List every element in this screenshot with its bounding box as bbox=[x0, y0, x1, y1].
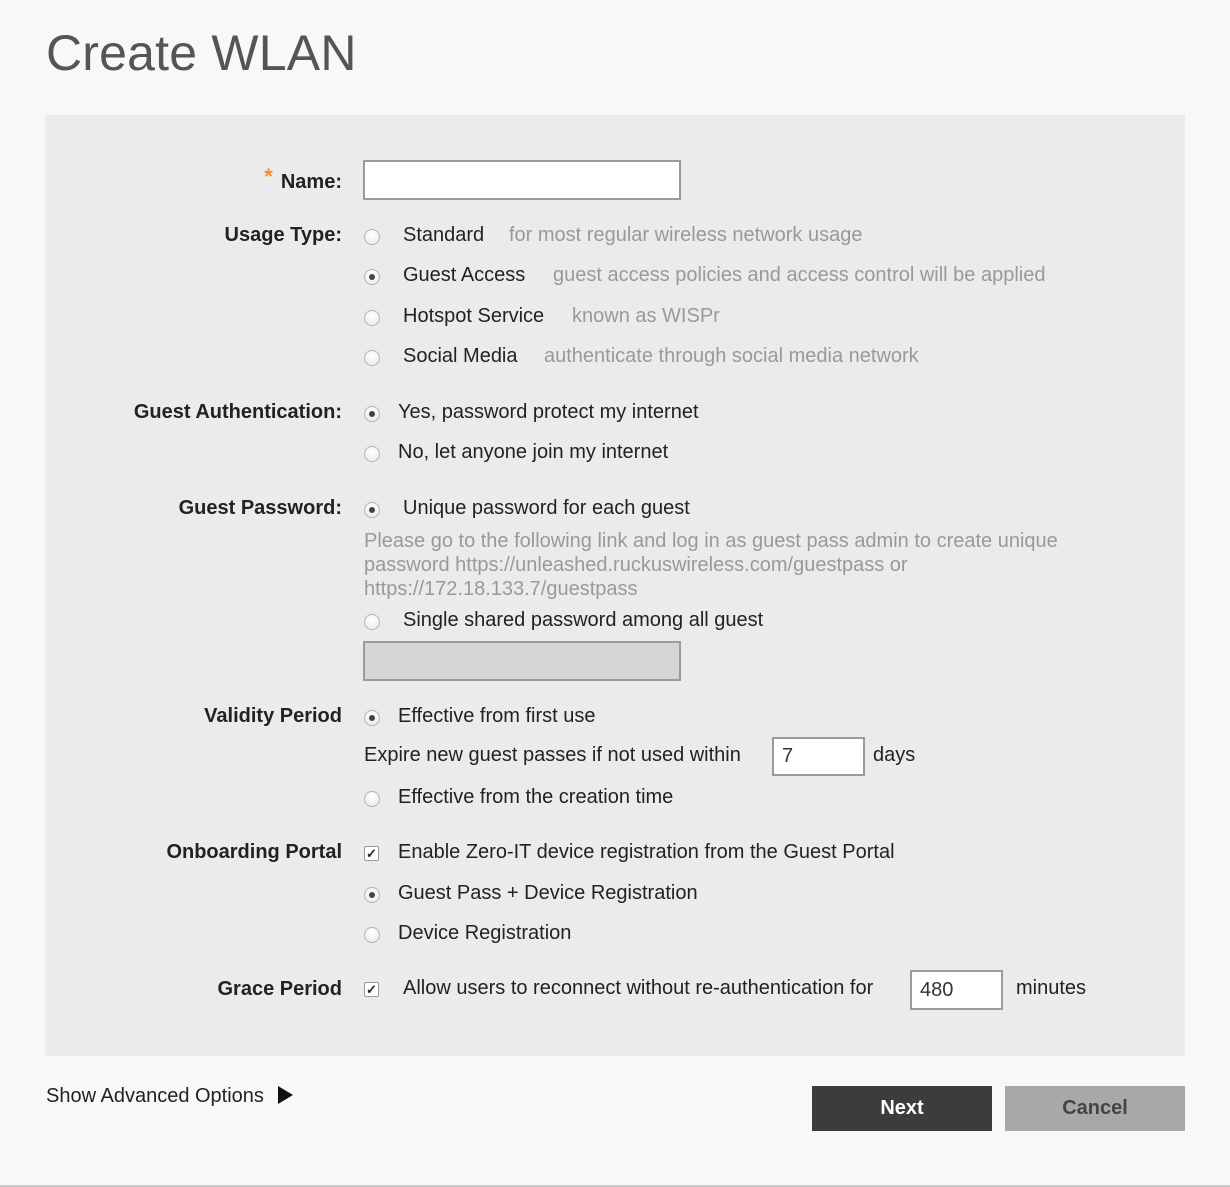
show-advanced-options-toggle[interactable]: Show Advanced Options bbox=[46, 1085, 293, 1108]
usage-hotspot-label: Hotspot Service bbox=[403, 305, 545, 327]
guest-pass-device-label: Guest Pass + Device Registration bbox=[398, 882, 698, 904]
grace-period-checkbox[interactable]: ✓ bbox=[364, 982, 379, 997]
usage-social-media-radio[interactable] bbox=[364, 350, 380, 366]
zero-it-label: Enable Zero-IT device registration from … bbox=[398, 841, 895, 863]
expire-unit-text: days bbox=[873, 744, 916, 766]
usage-guest-access-hint: guest access policies and access control… bbox=[553, 264, 1046, 286]
usage-standard-radio[interactable] bbox=[364, 229, 380, 245]
guest-pass-device-radio[interactable] bbox=[364, 887, 380, 903]
shared-password-input[interactable] bbox=[363, 641, 681, 681]
unique-password-label: Unique password for each guest bbox=[403, 497, 690, 519]
guest-pass-instructions: Please go to the following link and log … bbox=[364, 530, 1058, 600]
page-title: Create WLAN bbox=[46, 25, 357, 81]
grace-period-unit-text: minutes bbox=[1016, 977, 1087, 999]
zero-it-checkbox[interactable]: ✓ bbox=[364, 846, 379, 861]
shared-password-radio[interactable] bbox=[364, 614, 380, 630]
show-advanced-options-label: Show Advanced Options bbox=[46, 1085, 264, 1107]
usage-social-media-hint: authenticate through social media networ… bbox=[544, 345, 919, 367]
usage-standard-label: Standard bbox=[403, 224, 485, 246]
grace-period-prefix-text: Allow users to reconnect without re-auth… bbox=[403, 977, 874, 999]
usage-standard-hint: for most regular wireless network usage bbox=[509, 224, 863, 246]
device-registration-radio[interactable] bbox=[364, 927, 380, 943]
device-registration-label: Device Registration bbox=[398, 922, 572, 944]
guest-auth-yes-radio[interactable] bbox=[364, 406, 380, 422]
usage-guest-access-radio[interactable] bbox=[364, 269, 380, 285]
next-button[interactable]: Next bbox=[812, 1086, 992, 1131]
required-asterisk: * bbox=[264, 164, 273, 189]
shared-password-label: Single shared password among all guest bbox=[403, 609, 764, 631]
guest-auth-no-label: No, let anyone join my internet bbox=[398, 441, 669, 463]
creation-time-label: Effective from the creation time bbox=[398, 786, 674, 808]
usage-hotspot-hint: known as WISPr bbox=[572, 305, 720, 327]
usage-social-media-label: Social Media bbox=[403, 345, 518, 367]
onboarding-portal-label: Onboarding Portal bbox=[166, 841, 342, 863]
guest-password-label: Guest Password: bbox=[178, 497, 342, 519]
name-label: * Name: bbox=[264, 164, 342, 193]
guest-auth-no-radio[interactable] bbox=[364, 446, 380, 462]
first-use-label: Effective from first use bbox=[398, 705, 596, 727]
expire-prefix-text: Expire new guest passes if not used with… bbox=[364, 744, 741, 766]
validity-period-label: Validity Period bbox=[204, 705, 342, 727]
grace-period-label: Grace Period bbox=[217, 978, 342, 1000]
expand-arrow-icon bbox=[277, 1086, 293, 1104]
usage-hotspot-radio[interactable] bbox=[364, 310, 380, 326]
usage-guest-access-label: Guest Access bbox=[403, 264, 526, 286]
guest-auth-yes-label: Yes, password protect my internet bbox=[398, 401, 699, 423]
guest-authentication-label: Guest Authentication: bbox=[133, 401, 342, 423]
first-use-radio[interactable] bbox=[364, 710, 380, 726]
expire-days-input[interactable] bbox=[772, 737, 865, 776]
grace-minutes-input[interactable] bbox=[910, 970, 1003, 1010]
usage-type-label: Usage Type: bbox=[224, 224, 342, 246]
name-input[interactable] bbox=[363, 160, 681, 200]
unique-password-radio[interactable] bbox=[364, 502, 380, 518]
creation-time-radio[interactable] bbox=[364, 791, 380, 807]
cancel-button[interactable]: Cancel bbox=[1005, 1086, 1185, 1131]
